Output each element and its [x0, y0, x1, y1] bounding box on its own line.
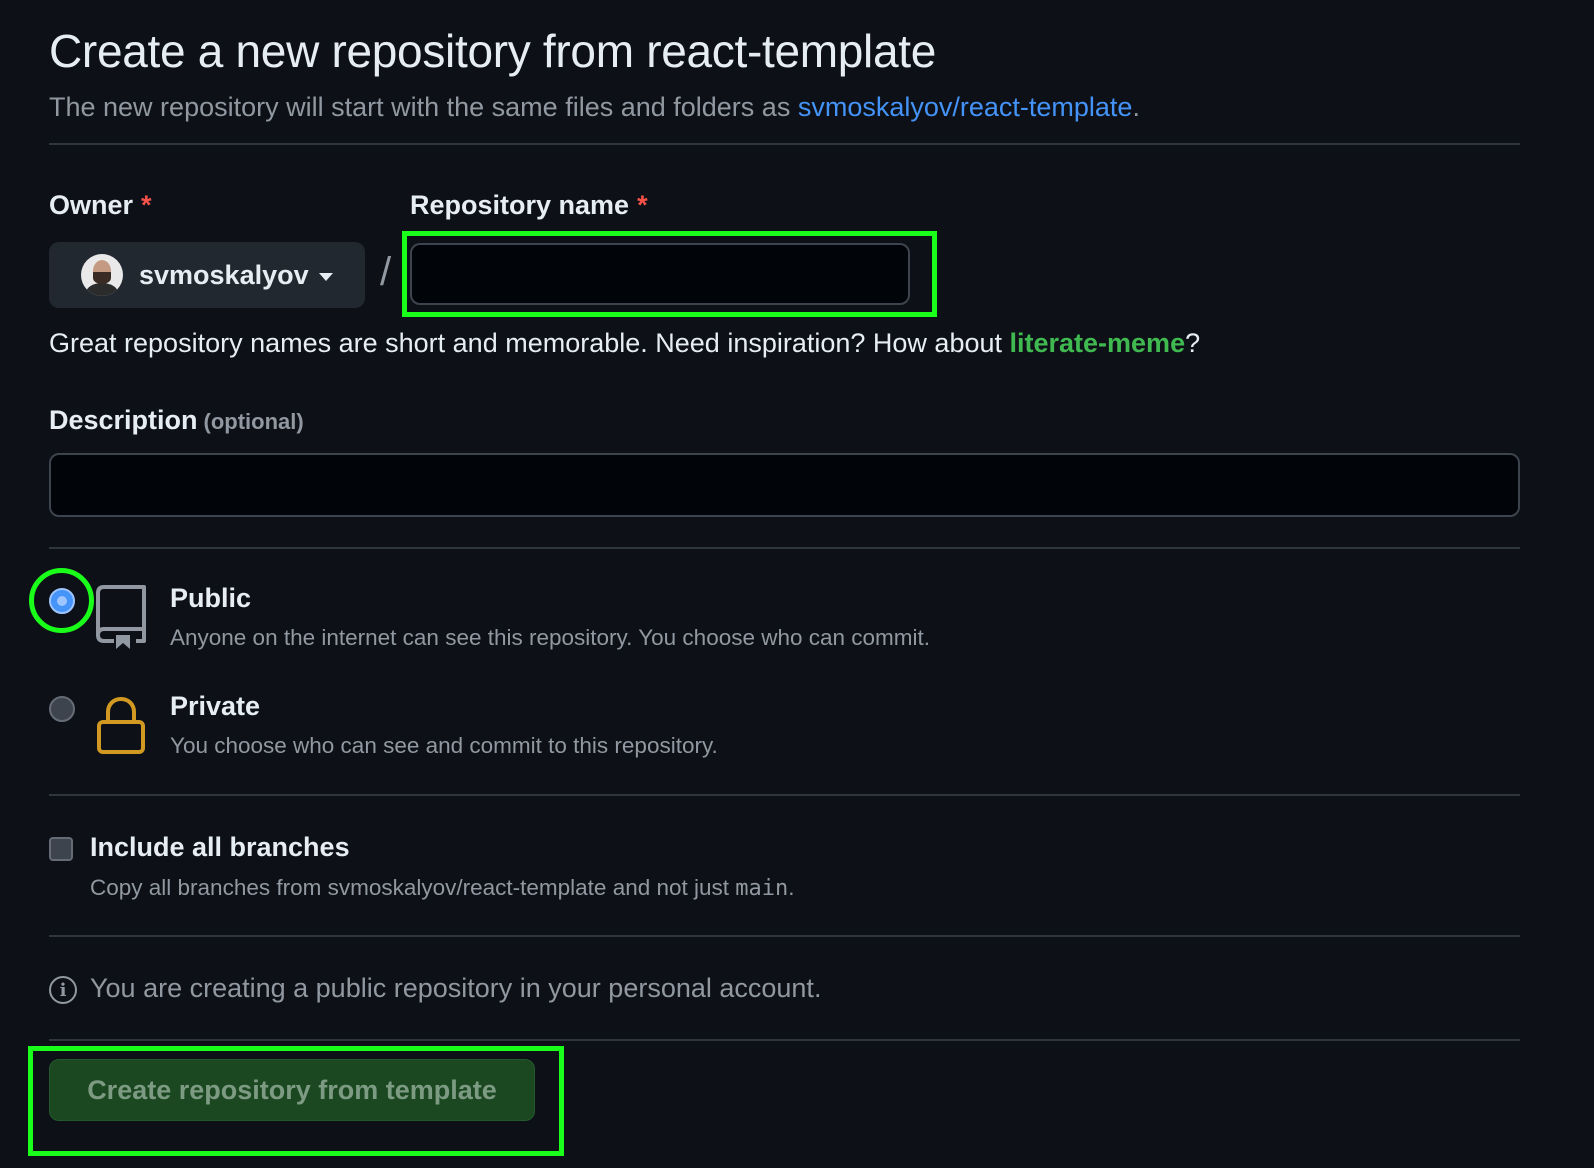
template-link[interactable]: svmoskalyov/react-template — [798, 92, 1133, 122]
required-mark: * — [141, 190, 152, 220]
create-repository-button[interactable]: Create repository from template — [49, 1059, 535, 1121]
visibility-info-text: You are creating a public repository in … — [90, 973, 822, 1003]
chevron-down-icon — [318, 272, 333, 281]
default-branch-code: main — [735, 876, 789, 901]
description-label: Description (optional) — [49, 405, 304, 436]
required-mark: * — [637, 190, 648, 220]
subtitle-text: The new repository will start with the s… — [49, 92, 798, 122]
public-option-desc: Anyone on the internet can see this repo… — [170, 625, 931, 650]
include-branches-checkbox[interactable] — [49, 837, 73, 861]
public-option-title: Public — [170, 583, 252, 613]
info-icon: i — [49, 976, 77, 1004]
include-branches-desc: Copy all branches from svmoskalyov/react… — [90, 875, 795, 901]
divider — [49, 794, 1520, 796]
owner-repo-separator: / — [380, 250, 392, 294]
owner-dropdown[interactable]: svmoskalyov — [49, 242, 365, 308]
owner-label-text: Owner — [49, 190, 134, 220]
public-radio[interactable] — [49, 588, 75, 614]
divider — [49, 935, 1520, 937]
avatar — [81, 254, 123, 296]
page-subtitle: The new repository will start with the s… — [49, 92, 1140, 123]
hint-text: Great repository names are short and mem… — [49, 328, 1010, 358]
optional-tag: (optional) — [203, 409, 304, 434]
subtitle-suffix: . — [1132, 92, 1140, 122]
divider — [49, 143, 1520, 145]
private-option-desc: You choose who can see and commit to thi… — [170, 733, 718, 758]
suggested-name-link[interactable]: literate-meme — [1010, 328, 1186, 358]
hint-suffix: ? — [1185, 328, 1201, 358]
private-radio[interactable] — [49, 696, 75, 722]
owner-label: Owner * — [49, 190, 152, 221]
branches-desc-suffix: . — [788, 875, 795, 900]
description-input[interactable] — [49, 453, 1520, 517]
page-title: Create a new repository from react-templ… — [49, 25, 937, 77]
divider — [49, 1039, 1520, 1041]
private-option-title: Private — [170, 691, 261, 721]
repo-icon — [96, 585, 146, 649]
repo-name-label: Repository name * — [410, 190, 648, 221]
include-branches-label: Include all branches — [90, 832, 350, 862]
repo-name-hint: Great repository names are short and mem… — [49, 328, 1200, 359]
repo-name-label-text: Repository name — [410, 190, 630, 220]
description-label-text: Description — [49, 405, 198, 435]
repo-name-input[interactable] — [410, 243, 910, 305]
divider — [49, 547, 1520, 549]
lock-icon — [97, 696, 145, 754]
branches-desc-text: Copy all branches from svmoskalyov/react… — [90, 875, 736, 900]
owner-name: svmoskalyov — [139, 259, 309, 290]
